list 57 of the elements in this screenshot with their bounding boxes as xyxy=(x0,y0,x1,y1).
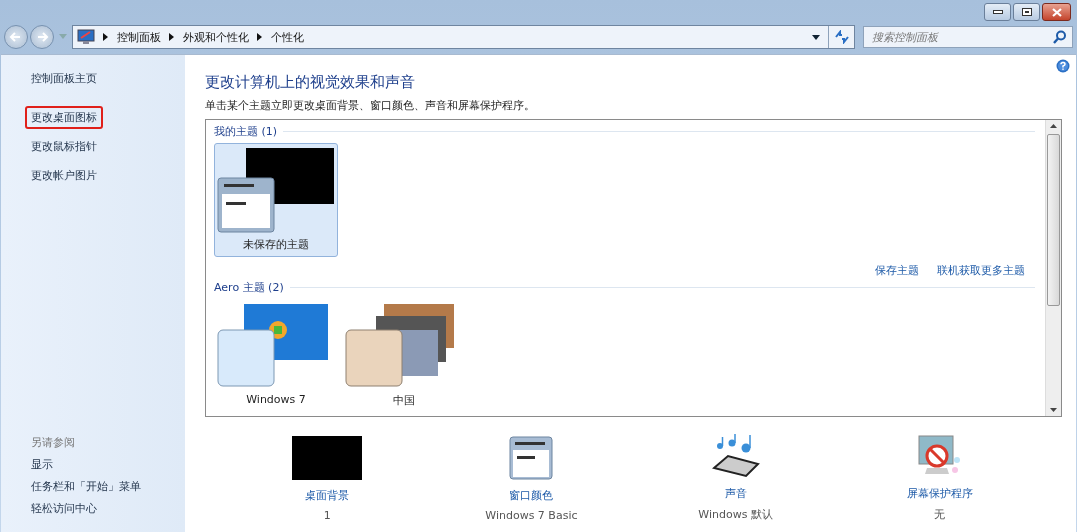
setting-value: Windows 默认 xyxy=(698,507,773,522)
chevron-icon[interactable] xyxy=(257,33,263,41)
setting-link[interactable]: 桌面背景 xyxy=(305,488,350,503)
restore-icon xyxy=(1021,8,1032,16)
refresh-arrows-icon xyxy=(833,30,850,44)
dropdown-caret-icon[interactable] xyxy=(812,34,820,40)
window-icon[interactable] xyxy=(509,436,554,480)
theme-tile[interactable]: 中国 xyxy=(342,299,466,413)
scroll-down-icon[interactable] xyxy=(1050,408,1057,412)
monitor-icon xyxy=(77,29,95,45)
forward-button[interactable] xyxy=(30,25,54,49)
sidebar-link[interactable]: 更改鼠标指针 xyxy=(25,135,103,158)
setting-link[interactable]: 屏幕保护程序 xyxy=(906,486,973,501)
sidebar-link[interactable]: 更改桌面图标 xyxy=(25,106,103,129)
setting-link[interactable]: 窗口颜色 xyxy=(509,488,554,503)
back-arrow-icon xyxy=(9,30,23,44)
search-field[interactable]: 搜索控制面板 xyxy=(863,26,1073,48)
description-text: 单击某个主题立即更改桌面背景、窗口颜色、声音和屏幕保护程序。 xyxy=(205,98,536,113)
theme-name: 中国 xyxy=(393,393,415,408)
group-heading: 我的主题 (1) xyxy=(214,124,278,139)
setting-value: Windows 7 Basic xyxy=(485,509,578,522)
music-keyboard-icon[interactable] xyxy=(711,434,760,478)
theme-tile[interactable]: 未保存的主题 xyxy=(214,143,338,257)
sidebar-link[interactable]: 显示 xyxy=(25,457,59,472)
chevron-icon[interactable] xyxy=(103,33,109,41)
theme-link[interactable]: 联机获取更多主题 xyxy=(937,263,1025,278)
theme-name: Windows 7 xyxy=(246,393,306,406)
help-icon[interactable] xyxy=(1056,59,1070,73)
back-button[interactable] xyxy=(4,25,28,49)
breadcrumb-item[interactable]: 控制面板 xyxy=(117,29,161,45)
address-bar[interactable]: 控制面板 外观和个性化 个性化 xyxy=(72,25,855,49)
group-heading: Aero 主题 (2) xyxy=(214,280,284,295)
forward-arrow-icon xyxy=(35,30,49,44)
maximize-button[interactable] xyxy=(1013,3,1040,21)
breadcrumb-item[interactable]: 个性化 xyxy=(271,29,304,45)
setting-value: 1 xyxy=(323,509,331,522)
minimize-icon xyxy=(992,10,1003,14)
breadcrumb-item[interactable]: 外观和个性化 xyxy=(183,29,249,45)
see-also-heading: 另请参阅 xyxy=(30,435,76,450)
setting-link[interactable]: 声音 xyxy=(724,486,747,501)
chevron-icon[interactable] xyxy=(169,33,175,41)
minimize-button[interactable] xyxy=(984,3,1011,21)
sidebar-link[interactable]: 轻松访问中心 xyxy=(25,501,103,516)
close-icon xyxy=(1051,7,1062,17)
theme-name: 未保存的主题 xyxy=(243,237,309,252)
theme-tile[interactable]: Windows 7 xyxy=(214,299,338,413)
search-icon xyxy=(1053,30,1067,44)
close-button[interactable] xyxy=(1042,3,1071,21)
scroll-thumb[interactable] xyxy=(1047,134,1060,306)
setting-value: 无 xyxy=(934,507,946,522)
sidebar-link[interactable]: 任务栏和「开始」菜单 xyxy=(25,479,147,494)
scrollbar[interactable] xyxy=(1045,120,1061,416)
sidebar-link[interactable]: 控制面板主页 xyxy=(25,67,103,90)
scroll-up-icon[interactable] xyxy=(1050,124,1057,128)
sidebar-link[interactable]: 更改帐户图片 xyxy=(25,164,103,187)
page-heading: 更改计算机上的视觉效果和声音 xyxy=(205,73,416,92)
theme-link[interactable]: 保存主题 xyxy=(875,263,919,278)
